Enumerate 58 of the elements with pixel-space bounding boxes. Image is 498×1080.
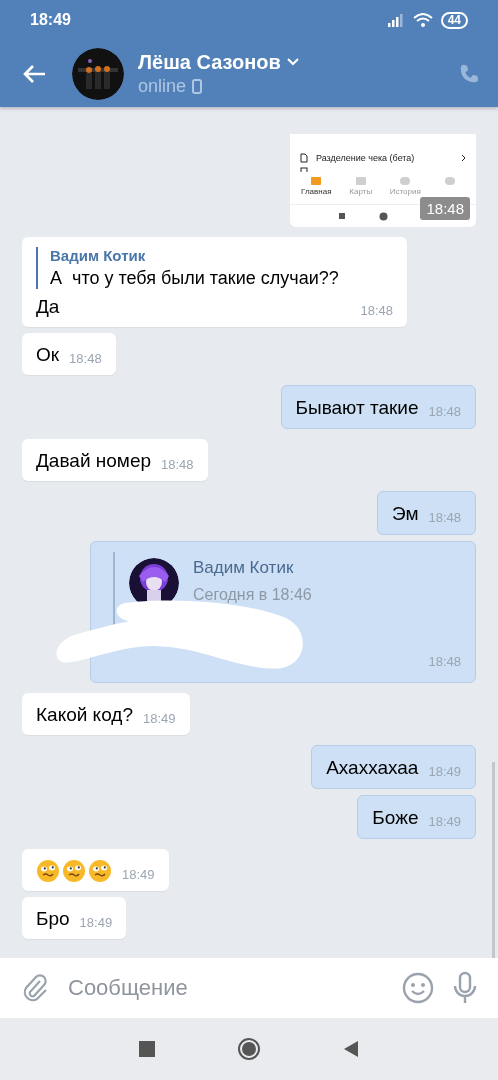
back-icon[interactable]: [343, 1040, 359, 1058]
tab-label: История: [389, 187, 421, 196]
chevron-down-icon[interactable]: [286, 58, 299, 66]
tab-icon[interactable]: [310, 176, 323, 186]
tab-icon[interactable]: [443, 176, 456, 186]
tab-label: Карты: [349, 187, 373, 196]
message-time: 18:48: [360, 303, 393, 319]
attach-icon[interactable]: [22, 973, 50, 1003]
message-input[interactable]: Сообщение: [68, 971, 384, 1005]
phone-device-icon: [192, 78, 203, 94]
wifi-icon: [412, 12, 433, 28]
message-text: Какой код?: [36, 703, 133, 727]
woozy-face-icon: [62, 859, 86, 883]
image-time: 18:48: [420, 197, 470, 220]
reply-quote[interactable]: Вадим Котик А что у тебя были такие случаи??: [36, 247, 393, 289]
status-time: 18:49: [30, 11, 71, 29]
tab-icon[interactable]: [399, 176, 412, 186]
message-text: Эм: [391, 502, 419, 526]
image-attachment[interactable]: Разделение чека (бета) Главная Карты История 18:48: [290, 134, 476, 227]
woozy-face-icon: [36, 859, 60, 883]
woozy-face-icon: [88, 859, 112, 883]
smiley-icon[interactable]: [402, 972, 434, 1004]
message-text: Бро: [36, 907, 70, 931]
message-time: 18:48: [428, 654, 461, 669]
message-time: 18:49: [122, 867, 155, 883]
message-text: Да: [36, 295, 60, 319]
message-time: 18:48: [428, 510, 461, 526]
message-text: Бывают такие: [295, 396, 419, 420]
square-icon: [338, 213, 345, 219]
tab-icon[interactable]: [354, 176, 367, 186]
message-time: 18:48: [69, 351, 102, 367]
battery-indicator: 44: [440, 11, 468, 29]
message-text: Боже: [372, 806, 419, 830]
circle-icon: [378, 211, 388, 221]
message-text: Ок: [36, 343, 60, 367]
tab-label: Главная: [301, 187, 332, 196]
message-time: 18:49: [428, 764, 461, 780]
back-arrow-icon[interactable]: [22, 63, 46, 84]
forward-author: Вадим Котик: [193, 558, 295, 578]
menu-item-text: Разделение чека (бета): [316, 153, 416, 163]
message-time: 18:49: [428, 814, 461, 830]
reply-author: Вадим Котик: [50, 247, 147, 264]
contact-name[interactable]: Лёша Сазонов: [138, 50, 281, 74]
signal-icon: [386, 13, 405, 27]
contact-status: online: [138, 75, 187, 97]
call-icon[interactable]: [458, 62, 480, 85]
message-text: Ахаххахаа: [326, 756, 419, 780]
home-icon[interactable]: [237, 1037, 261, 1061]
message-time: 18:49: [79, 915, 113, 931]
message-time: 18:48: [428, 404, 461, 420]
reply-text: А что у тебя были такие случаи??: [50, 268, 340, 289]
message-time: 18:49: [142, 711, 176, 727]
message-composer[interactable]: Сообщение: [0, 958, 498, 1018]
chevron-icon: [461, 154, 466, 162]
forward-date: Сегодня в 18:46: [193, 586, 312, 604]
message-text: Давай номер: [36, 449, 152, 473]
microphone-icon[interactable]: [452, 971, 478, 1005]
message-time: 18:48: [161, 457, 194, 473]
